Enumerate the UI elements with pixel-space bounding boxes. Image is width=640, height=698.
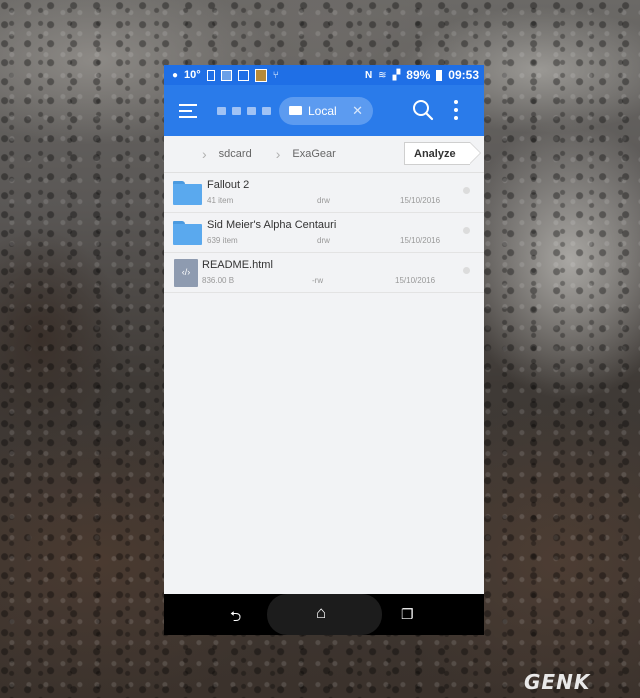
folder-icon (173, 180, 202, 205)
list-item[interactable]: Fallout 2 41 item drw 15/10/2016 (164, 173, 484, 213)
chevron-right-icon: › (275, 146, 281, 162)
list-item[interactable]: Sid Meier's Alpha Centauri 639 item drw … (164, 213, 484, 253)
image-icon (220, 69, 232, 81)
phone-icon (206, 69, 215, 81)
usb-icon: ⑂ (272, 69, 279, 81)
path-bar: › sdcard › ExaGear Analyze (164, 136, 484, 173)
back-icon[interactable]: ⮌ (230, 606, 241, 630)
file-name: README.html (202, 259, 273, 271)
select-indicator[interactable] (463, 187, 470, 194)
wifi-icon: ≋ (378, 69, 387, 81)
hamburger-icon[interactable] (179, 103, 197, 118)
html-file-icon: ‹/› (174, 258, 198, 287)
file-name: Fallout 2 (207, 179, 250, 191)
modified-date: 15/10/2016 (400, 236, 441, 245)
chevron-right-icon: › (202, 146, 207, 162)
watermark-logo: GENK (524, 670, 591, 694)
home-icon[interactable] (217, 106, 226, 115)
select-indicator[interactable] (463, 267, 470, 274)
home-icon[interactable]: ⌂ (316, 603, 326, 623)
item-count: 41 item (207, 196, 234, 205)
folder-crumb-icon[interactable] (262, 106, 271, 115)
permissions: drw (317, 236, 330, 245)
modified-date: 15/10/2016 (400, 196, 441, 205)
crumb-sdcard[interactable]: sdcard (219, 148, 252, 160)
status-bar: ● 10° ⑂ N ≋ ▞ 89% 09:53 (164, 65, 484, 85)
notification-dot-icon: ● (172, 69, 179, 81)
file-list: Fallout 2 41 item drw 15/10/2016 Sid Mei… (164, 173, 484, 293)
thumbnail-icon (254, 68, 267, 82)
close-icon[interactable]: ✕ (352, 103, 363, 119)
signal-icon: ▞ (392, 69, 401, 81)
file-name: Sid Meier's Alpha Centauri (207, 219, 337, 231)
location-chip[interactable]: Local ✕ (279, 96, 373, 125)
breadcrumb-icons (217, 106, 271, 115)
crumb-exagear[interactable]: ExaGear (292, 148, 335, 160)
battery-percent: 89% (406, 68, 431, 82)
battery-icon (436, 69, 443, 81)
phone-screen: ● 10° ⑂ N ≋ ▞ 89% 09:53 Local ✕ › sdcard… (164, 65, 484, 635)
navigation-bar: ⮌ ⌂ ❐ (164, 594, 484, 635)
folder-crumb-icon[interactable] (232, 106, 241, 115)
box-icon (237, 69, 249, 81)
clock: 09:53 (448, 68, 479, 82)
permissions: drw (317, 196, 330, 205)
recents-icon[interactable]: ❐ (401, 606, 414, 623)
app-bar: Local ✕ (164, 85, 484, 136)
item-count: 639 item (207, 236, 238, 245)
location-chip-label: Local (308, 103, 337, 118)
search-icon[interactable] (412, 99, 434, 121)
select-indicator[interactable] (463, 227, 470, 234)
temperature-text: 10° (184, 69, 201, 81)
folder-crumb-icon[interactable] (247, 106, 256, 115)
nfc-icon: N (364, 69, 373, 81)
list-item[interactable]: ‹/› README.html 836.00 B -rw 15/10/2016 (164, 253, 484, 293)
storage-icon (289, 106, 302, 115)
permissions: -rw (312, 276, 324, 285)
modified-date: 15/10/2016 (395, 276, 436, 285)
folder-icon (173, 220, 202, 245)
analyze-button[interactable]: Analyze (404, 142, 481, 165)
file-size: 836.00 B (202, 276, 235, 285)
more-vert-icon[interactable] (454, 100, 458, 120)
